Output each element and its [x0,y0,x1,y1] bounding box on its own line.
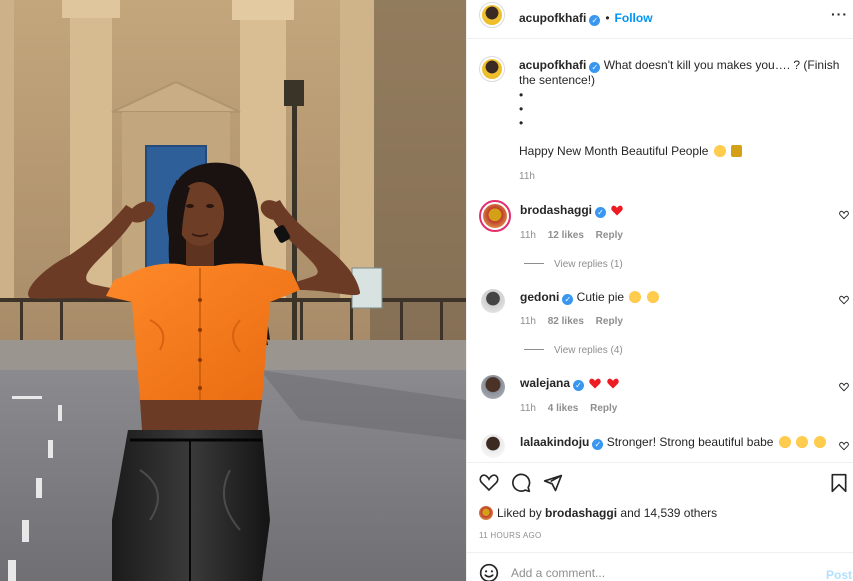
red-heart-emoji-icon [606,378,619,389]
red-heart-emoji-icon [589,378,602,389]
author-avatar[interactable] [482,5,502,25]
share-icon[interactable] [543,473,563,493]
caption-avatar[interactable] [482,59,502,79]
more-options-icon[interactable]: ··· [831,6,848,22]
caption-bullet: • [519,116,524,130]
verified-badge-icon: ✓ [595,207,607,218]
caption-time[interactable]: 11h [519,171,535,182]
emoji-icon[interactable] [479,563,499,581]
reply-button[interactable]: Reply [590,403,617,414]
verified-badge-icon: ✓ [589,15,601,26]
comment-item: walejana ✓ 11h 4 likes Reply [479,373,849,423]
liker-username[interactable]: brodashaggi [545,506,617,520]
post-photo[interactable] [0,0,466,581]
add-comment-bar: Post [467,556,853,581]
heart-icon[interactable] [839,382,849,392]
commenter-avatar[interactable] [483,204,507,228]
view-replies-button[interactable]: View replies (1) [524,259,623,270]
view-replies-button[interactable]: View replies (4) [524,345,623,356]
commenter-username[interactable]: brodashaggi [520,203,592,217]
commenter-avatar[interactable] [481,434,505,458]
actions-divider [467,462,853,463]
comment-item: gedoni ✓ Cutie pie 11h 82 likes Reply [479,287,849,347]
commenter-avatar[interactable] [481,375,505,399]
view-replies-label: View replies (1) [554,259,623,270]
bookmark-icon[interactable] [830,473,848,493]
comment-item: lalaakindoju ✓ Stronger! Strong beautiful… [479,432,849,460]
smiling-hearts-emoji-icon [629,291,642,303]
verified-badge-icon: ✓ [573,380,585,391]
caption-text-2: Happy New Month Beautiful People [519,144,709,158]
kissing-emoji-icon [778,436,791,448]
heart-icon[interactable] [839,295,849,305]
follow-button[interactable]: Follow [615,11,653,25]
caption: acupofkhafi ✓ What doesn't kill you makes… [519,58,849,184]
verified-badge-icon: ✓ [589,62,601,73]
heart-icon[interactable] [839,441,849,451]
comment-time[interactable]: 11h [520,316,536,327]
kissing-emoji-icon [813,436,826,448]
kissing-emoji-icon [796,436,809,448]
comment-likes[interactable]: 82 likes [548,316,584,327]
photo-illustration [0,0,466,581]
red-heart-emoji-icon [611,205,624,216]
liker-avatar[interactable] [479,506,493,520]
caption-username[interactable]: acupofkhafi [519,58,586,72]
smiling-hearts-emoji-icon [713,145,726,157]
comment-time[interactable]: 11h [520,403,536,414]
comment-time[interactable]: 11h [520,230,536,241]
reply-button[interactable]: Reply [596,316,623,327]
commenter-username[interactable]: walejana [520,376,570,390]
comment-text: Stronger! Strong beautiful babe [606,435,774,449]
caption-bullet: • [519,102,524,116]
comment-input[interactable] [511,566,791,580]
commenter-username[interactable]: gedoni [520,290,559,304]
heart-icon[interactable] [839,210,849,220]
author-username[interactable]: acupofkhafi [519,11,586,25]
likes-summary: Liked by brodashaggi and 14,539 others [479,506,717,520]
replies-line [524,349,544,350]
comment-divider [467,552,853,553]
action-bar [479,472,849,494]
like-heart-icon[interactable] [479,473,499,492]
comment-likes[interactable]: 4 likes [548,403,579,414]
post-detail-panel: acupofkhafi ✓ • Follow ··· acupofkhafi ✓ Wha… [466,0,853,581]
reply-button[interactable]: Reply [596,230,623,241]
heart-eyes-emoji-icon [646,291,659,303]
verified-badge-icon: ✓ [562,294,574,305]
post-comment-button[interactable]: Post [826,568,852,581]
post-timestamp[interactable]: 11 HOURS AGO [479,531,542,540]
liked-by-prefix: Liked by [497,506,542,520]
view-replies-label: View replies (4) [554,345,623,356]
post-header: acupofkhafi ✓ • Follow ··· [467,0,853,30]
commenter-avatar[interactable] [481,289,505,313]
trophy-emoji-icon [731,145,743,157]
comment-likes[interactable]: 12 likes [548,230,584,241]
comment-text: Cutie pie [576,290,625,304]
likes-others[interactable]: and 14,539 others [620,506,717,520]
header-divider [467,38,853,39]
caption-bullet: • [519,88,524,102]
verified-badge-icon: ✓ [592,439,604,450]
comment-icon[interactable] [511,473,531,493]
separator-dot: • [605,11,610,25]
replies-line [524,263,544,264]
commenter-username[interactable]: lalaakindoju [520,435,589,449]
